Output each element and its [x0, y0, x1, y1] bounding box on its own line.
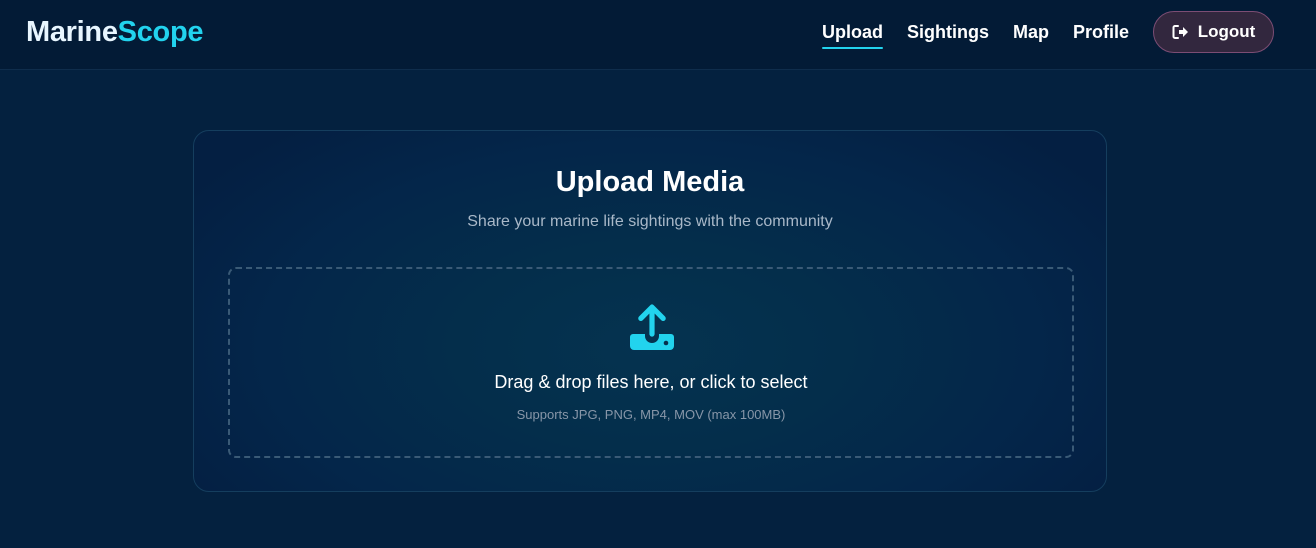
nav-link-upload[interactable]: Upload	[822, 21, 883, 49]
logout-label: Logout	[1197, 22, 1256, 41]
nav-link-profile[interactable]: Profile	[1073, 21, 1129, 43]
logout-icon	[1172, 24, 1190, 40]
dropzone-supported-formats: Supports JPG, PNG, MP4, MOV (max 100MB)	[516, 407, 786, 422]
brand-name-part2: Scope	[117, 16, 204, 48]
upload-card: Upload Media Share your marine life sigh…	[193, 130, 1107, 492]
nav-link-map[interactable]: Map	[1013, 21, 1049, 43]
top-navbar: MarineScope Upload Sightings Map Profile…	[0, 0, 1316, 70]
nav-link-sightings[interactable]: Sightings	[907, 21, 989, 43]
brand-name-part1: Marine	[26, 16, 118, 48]
brand-logo[interactable]: MarineScope	[26, 15, 204, 49]
upload-icon	[626, 301, 678, 353]
dropzone-instructions: Drag & drop files here, or click to sele…	[494, 372, 808, 392]
logout-button[interactable]: Logout	[1153, 11, 1274, 53]
page-title: Upload Media	[555, 166, 745, 198]
file-dropzone[interactable]: Drag & drop files here, or click to sele…	[228, 267, 1074, 458]
page-subtitle: Share your marine life sightings with th…	[467, 213, 833, 230]
